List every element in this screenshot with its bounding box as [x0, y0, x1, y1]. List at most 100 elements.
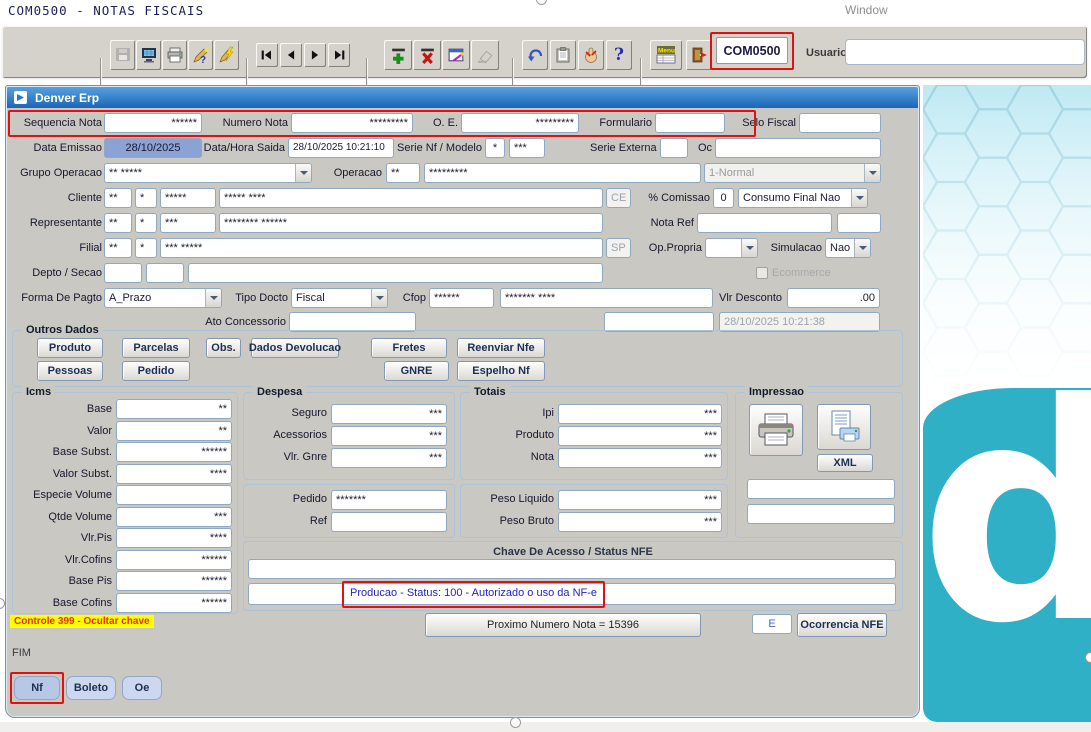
- reenviar-nfe-button[interactable]: Reenviar Nfe: [457, 338, 545, 358]
- totais-row-field[interactable]: ***: [558, 426, 722, 446]
- op-propria-dropdown[interactable]: [705, 238, 758, 258]
- pedido-button[interactable]: Pedido: [122, 361, 190, 381]
- nav-next-button[interactable]: [304, 43, 326, 67]
- despesa-row-field[interactable]: ***: [331, 448, 447, 468]
- erp-window-titlebar[interactable]: Denver Erp: [7, 87, 918, 108]
- formulario-field[interactable]: [655, 113, 725, 133]
- simulacao-dropdown[interactable]: Nao: [825, 238, 871, 258]
- screen-button[interactable]: [136, 40, 161, 70]
- ocorrencia-nfe-button[interactable]: Ocorrencia NFE: [797, 613, 887, 637]
- pedido-field[interactable]: *******: [331, 490, 447, 510]
- operacao-code-field[interactable]: **: [386, 163, 420, 183]
- impressao-field-1[interactable]: [747, 479, 895, 499]
- frame-handle-right[interactable]: [1085, 652, 1091, 663]
- execute-query-help-button[interactable]: ?: [188, 40, 213, 70]
- icms-row-field[interactable]: ******: [116, 442, 232, 462]
- totais-row-field[interactable]: ***: [558, 404, 722, 424]
- comissao-field[interactable]: 0: [713, 188, 734, 208]
- data-emissao-field[interactable]: 28/10/2025: [104, 138, 202, 158]
- obs-button[interactable]: Obs.: [206, 338, 241, 358]
- clear-button[interactable]: [471, 40, 499, 70]
- parcelas-button[interactable]: Parcelas: [122, 338, 190, 358]
- serie-externa-field[interactable]: [660, 138, 688, 158]
- xml-button[interactable]: XML: [817, 454, 873, 472]
- fretes-button[interactable]: Fretes: [371, 338, 447, 358]
- tab-oe[interactable]: Oe: [122, 676, 162, 700]
- peso-liquido-field[interactable]: ***: [558, 490, 722, 510]
- forma-pagto-dropdown[interactable]: A_Prazo: [104, 288, 222, 308]
- commit-button[interactable]: [578, 40, 604, 70]
- numero-nota-field[interactable]: *********: [291, 113, 413, 133]
- representante-field-2[interactable]: *: [135, 213, 157, 233]
- e-field[interactable]: E: [752, 614, 792, 634]
- imprimir-documento-button[interactable]: [817, 404, 871, 450]
- impressao-field-2[interactable]: [747, 504, 895, 524]
- exit-button[interactable]: [686, 40, 712, 70]
- cliente-field-3[interactable]: *****: [160, 188, 216, 208]
- vlr-desconto-field[interactable]: .00: [787, 288, 880, 308]
- modelo-field[interactable]: ***: [509, 138, 545, 158]
- selo-fiscal-field[interactable]: [799, 113, 881, 133]
- execute-query-button[interactable]: [214, 40, 239, 70]
- ecommerce-checkbox[interactable]: [756, 267, 768, 279]
- espelho-nf-button[interactable]: Espelho Nf: [457, 361, 545, 381]
- chevron-down-icon[interactable]: [295, 164, 311, 182]
- filial-nome-field[interactable]: *** *****: [160, 238, 603, 258]
- cliente-field-1[interactable]: **: [104, 188, 132, 208]
- menu-window[interactable]: Window: [845, 3, 888, 17]
- menu-button[interactable]: Menu: [650, 40, 682, 70]
- icms-row-field[interactable]: ***: [116, 507, 232, 527]
- clipboard-button[interactable]: [550, 40, 576, 70]
- depto-field-1[interactable]: [104, 263, 142, 283]
- cliente-nome-field[interactable]: ***** ****: [219, 188, 603, 208]
- ref-field[interactable]: [331, 512, 447, 532]
- chave-acesso-field[interactable]: [248, 559, 896, 579]
- peso-bruto-field[interactable]: ***: [558, 512, 722, 532]
- serie-nf-field[interactable]: *: [485, 138, 505, 158]
- icms-row-field[interactable]: ******: [116, 571, 232, 591]
- icms-row-field[interactable]: ****: [116, 464, 232, 484]
- consumo-final-dropdown[interactable]: Consumo Final Nao: [738, 188, 868, 208]
- data-hora-saida-field[interactable]: 28/10/2025 10:21:10: [288, 138, 394, 158]
- icms-row-field[interactable]: ******: [116, 593, 232, 613]
- grupo-operacao-dropdown[interactable]: ** *****: [104, 163, 312, 183]
- cfop-field[interactable]: ******: [429, 288, 494, 308]
- icms-row-field[interactable]: ****: [116, 528, 232, 548]
- pessoas-button[interactable]: Pessoas: [37, 361, 103, 381]
- nav-first-button[interactable]: [256, 43, 278, 67]
- representante-nome-field[interactable]: ******** ******: [219, 213, 603, 233]
- icms-row-field[interactable]: **: [116, 421, 232, 441]
- ato-concessorio-field[interactable]: [289, 312, 416, 332]
- tab-boleto[interactable]: Boleto: [66, 676, 116, 700]
- query-window-button[interactable]: [442, 40, 470, 70]
- despesa-row-field[interactable]: ***: [331, 404, 447, 424]
- tipo-operacao-dropdown[interactable]: 1-Normal: [704, 163, 881, 183]
- gnre-button[interactable]: GNRE: [384, 361, 449, 381]
- print-button[interactable]: [162, 40, 187, 70]
- aux-field[interactable]: [604, 312, 714, 332]
- proximo-numero-button[interactable]: Proximo Numero Nota = 15396: [425, 613, 701, 637]
- depto-field-3[interactable]: [188, 263, 603, 283]
- oc-field[interactable]: [715, 138, 881, 158]
- totais-row-field[interactable]: ***: [558, 448, 722, 468]
- tab-nf[interactable]: Nf: [14, 676, 60, 700]
- depto-field-2[interactable]: [146, 263, 184, 283]
- dados-devolucao-button[interactable]: Dados Devolucao: [251, 338, 339, 358]
- icms-row-field[interactable]: ******: [116, 550, 232, 570]
- representante-field-3[interactable]: ***: [160, 213, 216, 233]
- cliente-field-2[interactable]: *: [135, 188, 157, 208]
- tipo-docto-dropdown[interactable]: Fiscal: [291, 288, 388, 308]
- cfop-desc-field[interactable]: ******* ****: [500, 288, 713, 308]
- representante-field-1[interactable]: **: [104, 213, 132, 233]
- delete-record-button[interactable]: [413, 40, 441, 70]
- imprimir-button[interactable]: [749, 404, 803, 456]
- chevron-down-icon[interactable]: [854, 239, 870, 257]
- nota-ref-extra-field[interactable]: [837, 213, 881, 233]
- operacao-desc-field[interactable]: *********: [424, 163, 701, 183]
- nav-last-button[interactable]: [328, 43, 350, 67]
- icms-row-field[interactable]: [116, 485, 232, 505]
- icms-row-field[interactable]: **: [116, 399, 232, 419]
- despesa-row-field[interactable]: ***: [331, 426, 447, 446]
- chevron-down-icon[interactable]: [205, 289, 221, 307]
- insert-record-button[interactable]: [384, 40, 412, 70]
